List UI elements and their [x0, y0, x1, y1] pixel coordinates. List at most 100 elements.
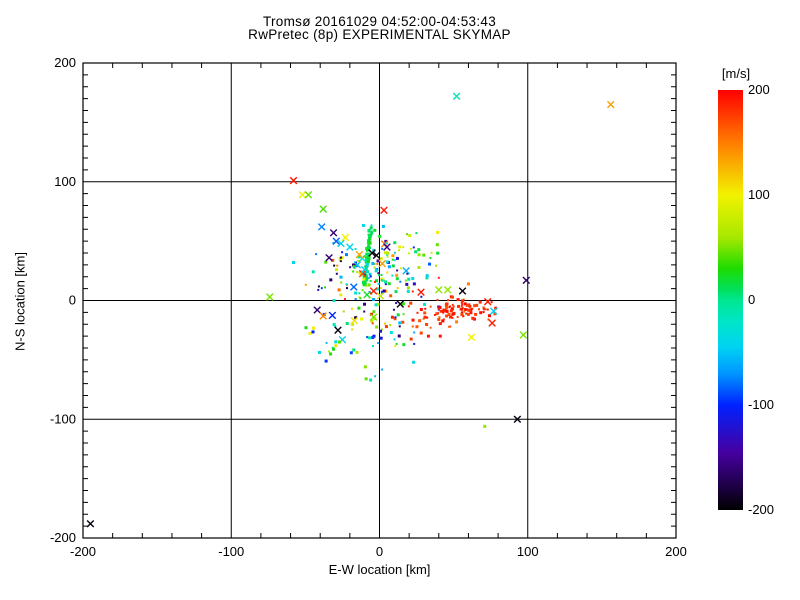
data-point-dot: [355, 350, 359, 354]
data-point-dot: [414, 250, 418, 254]
data-point-dot: [317, 285, 320, 288]
data-point-dot: [429, 305, 432, 308]
data-point-dot: [372, 297, 376, 301]
data-point-dot: [346, 287, 349, 290]
data-point-dot: [445, 309, 449, 313]
data-point-cross: [402, 267, 410, 275]
data-point-dot: [361, 223, 365, 227]
data-point-dot: [416, 311, 419, 314]
data-point-dot: [365, 252, 368, 255]
data-point-dot: [386, 255, 389, 258]
colorbar-tick-label: 0: [748, 292, 755, 307]
data-point-dot: [371, 322, 374, 325]
x-tick-label: 200: [665, 544, 687, 559]
data-point-dot: [457, 304, 461, 308]
data-point-dot: [324, 359, 328, 363]
data-point-dot: [437, 317, 441, 321]
data-point-dot: [386, 251, 390, 255]
data-point-cross: [298, 191, 307, 199]
data-point-dot: [317, 288, 320, 291]
data-point-dot: [462, 298, 465, 301]
data-point-dot: [356, 270, 359, 273]
data-point-dot: [391, 254, 395, 258]
data-point-dot: [371, 262, 375, 266]
data-point-cross: [334, 326, 342, 334]
data-point-dot: [478, 300, 482, 304]
data-point-dot: [398, 245, 402, 249]
data-point-cross: [458, 287, 467, 295]
data-point-dot: [402, 343, 406, 347]
data-point-dot: [311, 330, 315, 334]
data-point-dot: [429, 256, 432, 259]
y-tick-label: 100: [54, 174, 76, 189]
data-point-dot: [442, 311, 445, 314]
data-point-dot: [483, 424, 487, 428]
data-point-cross: [369, 287, 378, 295]
data-point-dot: [408, 234, 412, 238]
data-point-cross: [380, 206, 388, 215]
data-point-dot: [451, 312, 455, 316]
data-point-cross: [467, 333, 476, 342]
data-point-dot: [412, 360, 416, 364]
data-point-dot: [329, 278, 333, 282]
data-point-dot: [377, 282, 380, 285]
data-point-dot: [411, 325, 414, 328]
data-point-dot: [471, 307, 474, 310]
data-point-dot: [415, 232, 418, 235]
data-point-dot: [393, 338, 396, 341]
data-point-dot: [392, 308, 395, 311]
data-point-dot: [342, 310, 345, 313]
data-point-dot: [349, 266, 352, 269]
data-point-dot: [308, 331, 312, 335]
data-point-cross: [435, 286, 443, 294]
data-point-dot: [401, 320, 405, 324]
data-point-dot: [423, 302, 427, 306]
data-point-dot: [479, 311, 483, 315]
data-point-dot: [370, 230, 373, 233]
data-point-cross: [522, 276, 531, 285]
data-point-dot: [435, 243, 439, 247]
data-point-dot: [363, 365, 367, 369]
data-point-cross: [346, 243, 354, 251]
data-point-cross: [443, 286, 452, 294]
data-point-dot: [451, 303, 454, 306]
data-point-dot: [383, 322, 386, 325]
data-point-dot: [374, 269, 378, 273]
data-point-dot: [377, 272, 380, 275]
data-point-dot: [410, 247, 413, 250]
data-point-dot: [332, 323, 336, 327]
data-point-dot: [334, 268, 338, 272]
plot-subtitle: RwPretec (8p) EXPERIMENTAL SKYMAP: [248, 27, 511, 42]
data-point-dot: [380, 274, 383, 277]
x-axis-label: E-W location [km]: [328, 562, 431, 577]
data-point-dot: [365, 279, 368, 282]
data-point-dot: [380, 287, 383, 290]
scatter-points: [86, 92, 615, 528]
data-point-dot: [363, 310, 366, 313]
data-point-dot: [343, 298, 346, 301]
data-point-dot: [379, 336, 383, 340]
data-point-dot: [430, 251, 433, 254]
data-point-dot: [339, 256, 342, 259]
data-point-dot: [397, 249, 400, 252]
data-point-dot: [373, 266, 376, 269]
data-point-cross: [329, 229, 338, 237]
data-point-dot: [354, 247, 357, 250]
data-point-dot: [389, 324, 392, 327]
y-tick-label: 200: [54, 55, 76, 70]
data-point-dot: [369, 275, 372, 278]
data-point-dot: [411, 290, 414, 293]
data-point-dot: [318, 350, 322, 354]
data-point-dot: [337, 288, 341, 292]
data-point-dot: [394, 316, 397, 319]
data-point-dot: [384, 280, 388, 284]
data-point-dot: [433, 314, 436, 317]
data-point-dot: [418, 319, 422, 323]
data-point-dot: [407, 252, 410, 255]
data-point-dot: [370, 224, 373, 227]
data-point-dot: [426, 334, 430, 338]
data-point-cross: [383, 243, 391, 251]
data-point-dot: [368, 272, 372, 276]
data-point-dot: [484, 308, 487, 311]
data-point-dot: [411, 276, 415, 280]
